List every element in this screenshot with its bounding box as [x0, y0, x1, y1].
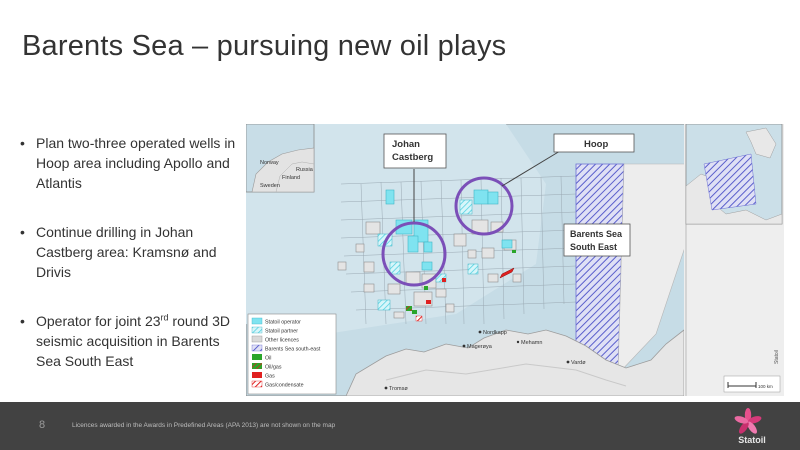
legend-label: Barents Sea south-east — [265, 347, 321, 353]
bullet-text-before: Operator for joint 23 — [36, 313, 161, 329]
map-copyright: Statoil — [774, 350, 780, 364]
callout-johan-line1: Johan — [392, 139, 420, 150]
legend-label: Other licences — [265, 338, 299, 344]
bullet-list: • Plan two-three operated wells in Hoop a… — [18, 133, 243, 400]
callout-johan-castberg: Johan Castberg — [383, 133, 447, 169]
bullet-item: • Operator for joint 23rd round 3D seismi… — [18, 311, 243, 371]
legend-label: Oil/gas — [265, 365, 282, 371]
legend-label: Statoil partner — [265, 329, 298, 335]
slide-title: Barents Sea – pursuing new oil plays — [22, 30, 507, 62]
bullet-dot-icon: • — [20, 313, 25, 329]
inset-label-sweden: Sweden — [260, 183, 280, 189]
footnote: Licences awarded in the Awards in Predef… — [72, 422, 336, 429]
inset-label-norway: Norway — [260, 160, 279, 166]
bullet-dot-icon: • — [20, 224, 25, 240]
legend-label: Oil — [265, 356, 271, 362]
inset-map-barents-overview — [685, 124, 783, 225]
place-label-mageroya: Magerøya — [467, 344, 493, 350]
callout-johan-line2: Castberg — [392, 152, 433, 163]
callout-hoop-label: Hoop — [584, 139, 608, 150]
place-label-vardo: Vardø — [571, 360, 586, 366]
legend-label: Gas — [265, 374, 275, 380]
bullet-superscript: rd — [160, 312, 169, 323]
barents-sea-map: Norway Russia Finland Sweden Johan Castb… — [246, 124, 784, 396]
page-number: 8 — [39, 419, 46, 431]
inset-map-norway: Norway Russia Finland Sweden — [246, 124, 315, 193]
inset-label-finland: Finland — [282, 175, 300, 181]
legend-label: Statoil operator — [265, 320, 301, 326]
scale-bar: 100 km — [723, 375, 781, 393]
bullet-dot-icon: • — [20, 135, 25, 151]
logo-wordmark: Statoil — [738, 435, 766, 445]
callout-bsse-line1: Barents Sea — [570, 229, 623, 239]
callout-barents-sea-south-east: Barents Sea South East — [563, 223, 631, 257]
inset-label-russia: Russia — [296, 167, 314, 173]
place-label-mehamn: Mehamn — [521, 340, 542, 346]
place-label-tromso: Tromsø — [389, 386, 408, 392]
place-label-nordkapp: Nordkapp — [483, 330, 507, 336]
bullet-text: Plan two-three operated wells in Hoop ar… — [36, 135, 236, 191]
callout-hoop: Hoop — [553, 133, 635, 153]
map-legend: Statoil operator Statoil partner Other l… — [247, 313, 337, 395]
bullet-item: • Plan two-three operated wells in Hoop a… — [18, 133, 243, 193]
legend-label: Gas/condensate — [265, 383, 304, 389]
bullet-item: • Continue drilling in Johan Castberg are… — [18, 222, 243, 282]
bullet-text: Continue drilling in Johan Castberg area… — [36, 224, 217, 280]
scale-label: 100 km — [758, 384, 773, 389]
barents-sea-south-east-area — [575, 163, 625, 375]
slide-footer: 8 Licences awarded in the Awards in Pred… — [0, 402, 800, 450]
callout-bsse-line2: South East — [570, 242, 617, 252]
